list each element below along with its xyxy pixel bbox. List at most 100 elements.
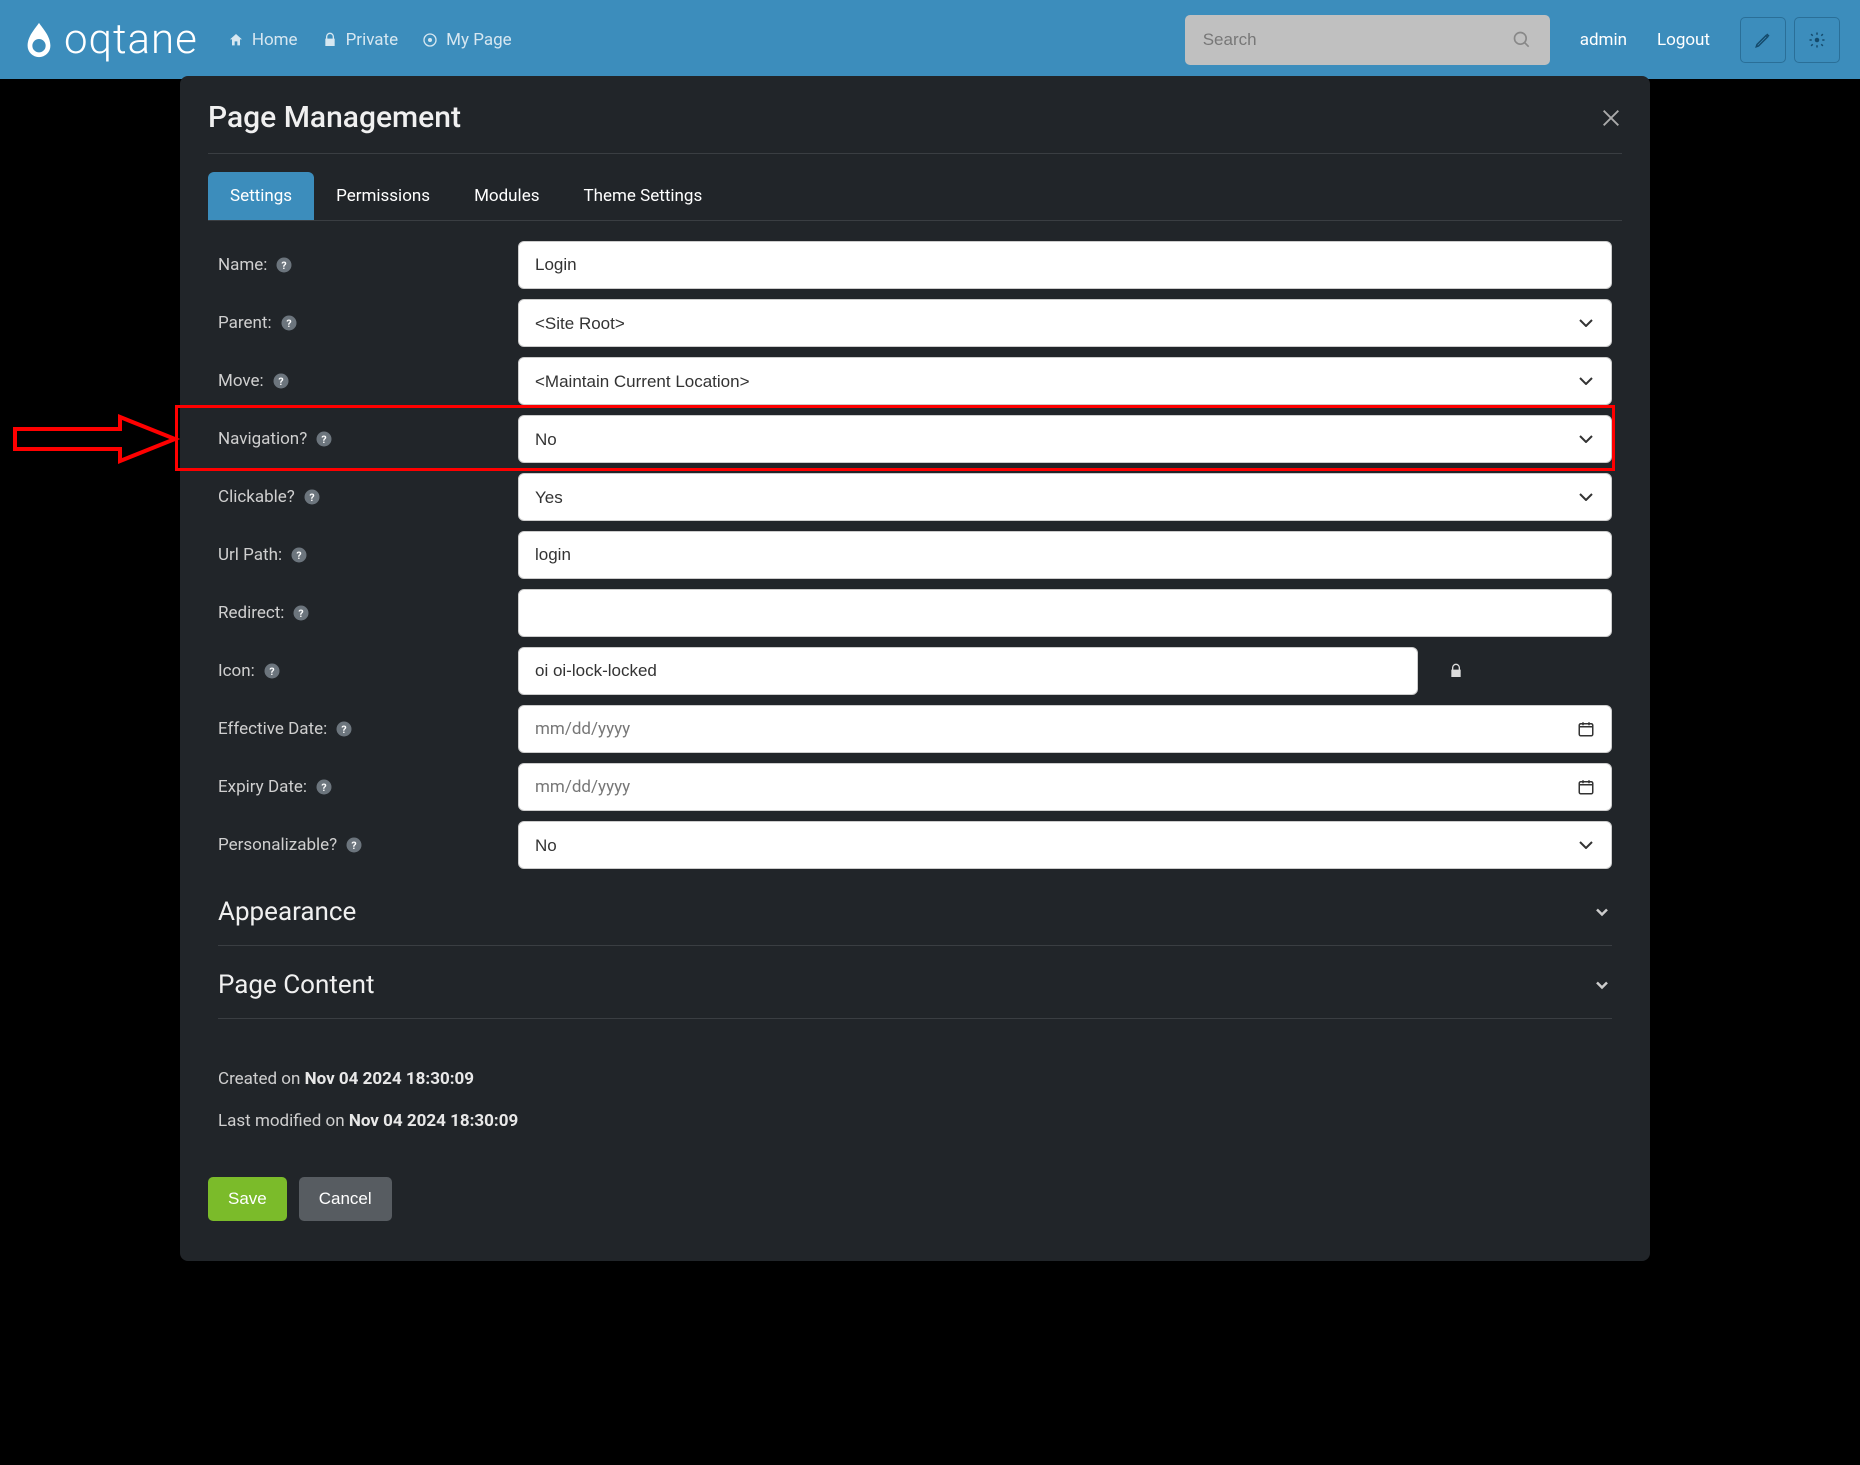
user-link[interactable]: admin <box>1580 30 1627 50</box>
help-icon[interactable]: ? <box>280 314 298 332</box>
select-clickable[interactable]: Yes <box>518 473 1612 521</box>
svg-text:?: ? <box>278 375 283 388</box>
edit-button[interactable] <box>1740 17 1786 63</box>
row-icon: Icon: ? <box>218 647 1612 695</box>
help-icon[interactable]: ? <box>315 430 333 448</box>
search-icon <box>1512 30 1532 50</box>
help-icon[interactable]: ? <box>290 546 308 564</box>
help-icon[interactable]: ? <box>345 836 363 854</box>
svg-text:?: ? <box>309 491 314 504</box>
target-icon <box>422 32 438 48</box>
annotation-arrow-icon <box>10 413 180 465</box>
lock-locked-icon <box>1448 663 1464 679</box>
row-clickable: Clickable? ? Yes <box>218 473 1612 521</box>
section-appearance[interactable]: Appearance <box>218 879 1612 946</box>
input-name[interactable] <box>518 241 1612 289</box>
select-move[interactable]: <Maintain Current Location> <box>518 357 1612 405</box>
row-parent: Parent: ? <Site Root> <box>218 299 1612 347</box>
nav-home[interactable]: Home <box>228 30 298 50</box>
modal-header: Page Management <box>208 100 1622 154</box>
tabs: Settings Permissions Modules Theme Setti… <box>208 172 1622 221</box>
logo-icon <box>20 21 58 59</box>
row-navigation: Navigation? ? No <box>218 415 1612 463</box>
section-page-content[interactable]: Page Content <box>218 952 1612 1019</box>
calendar-icon <box>1577 778 1595 796</box>
nav-home-label: Home <box>252 30 298 50</box>
home-icon <box>228 32 244 48</box>
label-icon: Icon: ? <box>218 661 518 681</box>
label-name: Name: ? <box>218 255 518 275</box>
row-personalizable: Personalizable? ? No <box>218 821 1612 869</box>
nav-links: Home Private My Page <box>228 30 512 50</box>
logout-link[interactable]: Logout <box>1657 30 1710 50</box>
nav-private[interactable]: Private <box>322 30 399 50</box>
gear-icon <box>1808 31 1826 49</box>
save-button[interactable]: Save <box>208 1177 287 1221</box>
input-expiry-date[interactable]: mm/dd/yyyy <box>518 763 1612 811</box>
close-icon[interactable] <box>1600 107 1622 129</box>
pencil-icon <box>1754 31 1772 49</box>
chevron-down-icon <box>1592 975 1612 995</box>
label-redirect: Redirect: ? <box>218 603 518 623</box>
row-name: Name: ? <box>218 241 1612 289</box>
nav-mypage-label: My Page <box>446 30 512 50</box>
help-icon[interactable]: ? <box>315 778 333 796</box>
nav-right: admin Logout <box>1185 15 1840 65</box>
nav-mypage[interactable]: My Page <box>422 30 512 50</box>
svg-text:?: ? <box>296 549 301 562</box>
modified-on: Last modified on Nov 04 2024 18:30:09 <box>218 1111 1612 1131</box>
top-navbar: oqtane Home Private My Page admin Logout <box>0 0 1860 79</box>
help-icon[interactable]: ? <box>263 662 281 680</box>
tab-permissions[interactable]: Permissions <box>314 172 452 220</box>
section-page-content-title: Page Content <box>218 970 375 1000</box>
input-urlpath[interactable] <box>518 531 1612 579</box>
select-personalizable[interactable]: No <box>518 821 1612 869</box>
help-icon[interactable]: ? <box>303 488 321 506</box>
help-icon[interactable]: ? <box>275 256 293 274</box>
label-move: Move: ? <box>218 371 518 391</box>
page-management-modal: Page Management Settings Permissions Mod… <box>180 76 1650 1261</box>
svg-text:?: ? <box>342 723 347 736</box>
row-redirect: Redirect: ? <box>218 589 1612 637</box>
label-urlpath: Url Path: ? <box>218 545 518 565</box>
help-icon[interactable]: ? <box>335 720 353 738</box>
svg-text:?: ? <box>286 317 291 330</box>
row-effective: Effective Date: ? mm/dd/yyyy <box>218 705 1612 753</box>
row-expiry: Expiry Date: ? mm/dd/yyyy <box>218 763 1612 811</box>
settings-form: Name: ? Parent: ? <Site Root> Move: ? <M… <box>208 241 1622 1131</box>
calendar-icon <box>1577 720 1595 738</box>
svg-text:?: ? <box>321 781 326 794</box>
svg-text:?: ? <box>352 839 357 852</box>
label-effective: Effective Date: ? <box>218 719 518 739</box>
label-expiry: Expiry Date: ? <box>218 777 518 797</box>
chevron-down-icon <box>1592 902 1612 922</box>
settings-button[interactable] <box>1794 17 1840 63</box>
row-move: Move: ? <Maintain Current Location> <box>218 357 1612 405</box>
cancel-button[interactable]: Cancel <box>299 1177 392 1221</box>
brand-logo[interactable]: oqtane <box>20 15 198 64</box>
help-icon[interactable]: ? <box>272 372 290 390</box>
logo-text: oqtane <box>64 15 198 64</box>
search-input[interactable] <box>1203 30 1512 50</box>
label-parent: Parent: ? <box>218 313 518 333</box>
help-icon[interactable]: ? <box>292 604 310 622</box>
section-appearance-title: Appearance <box>218 897 356 927</box>
lock-icon <box>322 32 338 48</box>
select-navigation[interactable]: No <box>518 415 1612 463</box>
search-box[interactable] <box>1185 15 1550 65</box>
tab-settings[interactable]: Settings <box>208 172 314 220</box>
modal-title: Page Management <box>208 100 461 135</box>
tab-modules[interactable]: Modules <box>452 172 561 220</box>
svg-text:?: ? <box>299 607 304 620</box>
meta-info: Created on Nov 04 2024 18:30:09 Last mod… <box>218 1069 1612 1131</box>
input-effective-date[interactable]: mm/dd/yyyy <box>518 705 1612 753</box>
row-urlpath: Url Path: ? <box>218 531 1612 579</box>
select-parent[interactable]: <Site Root> <box>518 299 1612 347</box>
input-icon[interactable] <box>518 647 1418 695</box>
svg-text:?: ? <box>282 259 287 272</box>
label-personalizable: Personalizable? ? <box>218 835 518 855</box>
created-on: Created on Nov 04 2024 18:30:09 <box>218 1069 1612 1089</box>
input-redirect[interactable] <box>518 589 1612 637</box>
modal-actions: Save Cancel <box>208 1177 1622 1221</box>
tab-theme-settings[interactable]: Theme Settings <box>561 172 724 220</box>
